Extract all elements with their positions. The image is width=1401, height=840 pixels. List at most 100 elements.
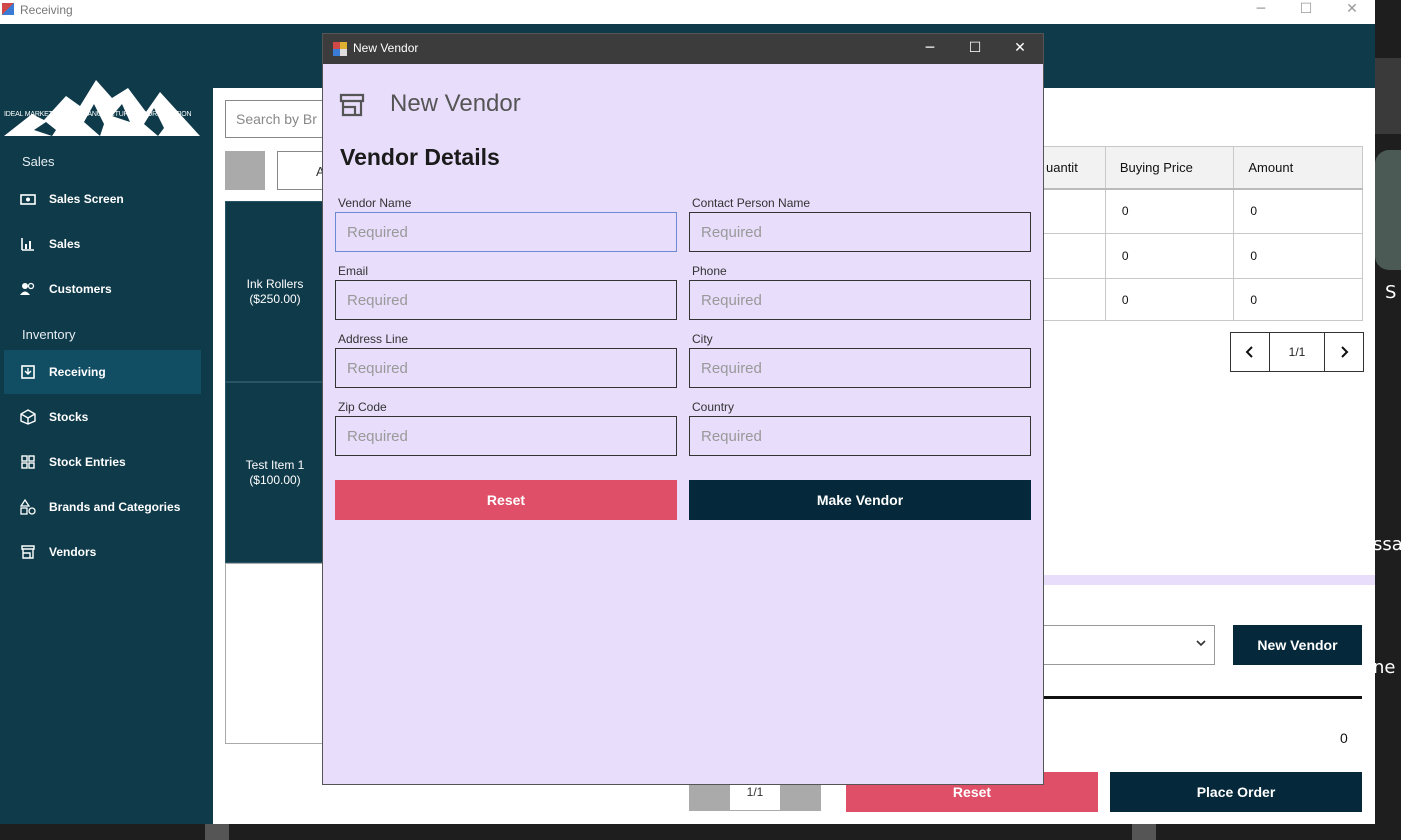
item-card[interactable]: Ink Rollers ($250.00): [225, 201, 325, 382]
grid-icon: [20, 454, 36, 470]
minimize-button[interactable]: ─: [1238, 0, 1284, 20]
table-cell: 0: [1233, 233, 1363, 279]
email-field[interactable]: Required: [335, 280, 677, 320]
sidebar-item-vendors[interactable]: Vendors: [4, 530, 201, 574]
sidebar-item-sales-screen[interactable]: Sales Screen: [4, 177, 201, 221]
total-divider: [1043, 696, 1362, 699]
sidebar-item-receiving[interactable]: Receiving: [4, 350, 201, 394]
contact-person-label: Contact Person Name: [692, 196, 811, 210]
app-icon: [333, 42, 347, 56]
sidebar-item-label: Vendors: [49, 545, 97, 559]
sidebar-item-sales[interactable]: Sales: [4, 222, 201, 266]
sidebar-item-customers[interactable]: Customers: [4, 267, 201, 311]
reset-button[interactable]: Reset: [335, 480, 677, 520]
chevron-down-icon: [1196, 640, 1206, 647]
app-title: Receiving: [20, 3, 73, 17]
table-cell[interactable]: 0: [1104, 278, 1235, 321]
sidebar-item-stock-entries[interactable]: Stock Entries: [4, 440, 201, 484]
dialog-maximize-button[interactable]: ☐: [952, 34, 998, 64]
item-card[interactable]: Test Item 1 ($100.00): [225, 382, 325, 563]
vendor-select[interactable]: [1043, 625, 1215, 665]
taskbar-fragment: [1132, 824, 1156, 840]
dialog-title: New Vendor: [353, 41, 419, 55]
section-title: Vendor Details: [340, 144, 500, 170]
total-value: 0: [1340, 730, 1348, 746]
dialog-titlebar: New Vendor ─ ☐ ✕: [323, 34, 1043, 64]
store-icon: [339, 93, 365, 117]
order-table: uantit Buying Price Amount 0 0 0 0 0 0: [1043, 146, 1363, 321]
item-price: ($100.00): [249, 472, 301, 487]
sidebar-item-label: Sales: [49, 237, 81, 251]
prev-page-button[interactable]: [1230, 332, 1270, 372]
app-titlebar: Receiving ─ ☐ ✕: [0, 0, 1375, 24]
dialog-close-button[interactable]: ✕: [997, 34, 1043, 64]
address-label: Address Line: [338, 332, 409, 346]
maximize-button[interactable]: ☐: [1283, 0, 1329, 20]
desktop-text: S: [1385, 282, 1397, 303]
logo-text: IDEAL MARKETING AND MANUFACTURING CORPOR…: [4, 111, 192, 118]
table-cell[interactable]: [1043, 188, 1106, 234]
table-row[interactable]: 0 0: [1043, 278, 1363, 321]
sidebar-item-label: Stock Entries: [49, 455, 126, 469]
phone-field[interactable]: Required: [689, 280, 1031, 320]
table-cell: 0: [1233, 188, 1363, 234]
chart-icon: [20, 236, 36, 252]
chevron-right-icon: [1341, 346, 1349, 358]
item-name: Test Item 1: [245, 457, 305, 472]
store-icon: [20, 544, 36, 560]
taskbar-fragment: [205, 824, 229, 840]
sidebar-item-label: Stocks: [49, 410, 89, 424]
order-pager: 1/1: [1230, 332, 1364, 372]
table-cell[interactable]: 0: [1104, 233, 1235, 279]
desktop-text: ssa: [1373, 534, 1401, 555]
sidebar-item-label: Sales Screen: [49, 192, 124, 206]
desktop-image-fragment: [1375, 150, 1401, 270]
company-logo: [4, 80, 200, 136]
sidebar-item-brands-and-categories[interactable]: Brands and Categories: [4, 485, 201, 529]
cash-register-icon: [20, 191, 36, 207]
sales-section-label: Sales: [22, 154, 55, 169]
next-page-button[interactable]: [1324, 332, 1364, 372]
search-input[interactable]: Search by Br: [225, 100, 335, 138]
zip-code-label: Zip Code: [338, 400, 387, 414]
filter-color-swatch[interactable]: [225, 151, 265, 190]
sidebar: IDEAL MARKETING AND MANUFACTURING CORPOR…: [0, 24, 213, 824]
vendor-name-field[interactable]: Required: [335, 212, 677, 252]
table-row[interactable]: 0 0: [1043, 188, 1363, 234]
table-header-row: uantit Buying Price Amount: [1043, 146, 1363, 190]
place-order-button[interactable]: Place Order: [1110, 772, 1362, 812]
contact-person-field[interactable]: Required: [689, 212, 1031, 252]
sidebar-item-label: Receiving: [49, 365, 106, 379]
item-price: ($250.00): [249, 291, 301, 306]
sidebar-item-stocks[interactable]: Stocks: [4, 395, 201, 439]
people-icon: [20, 281, 36, 297]
table-cell[interactable]: [1043, 278, 1106, 321]
city-field[interactable]: Required: [689, 348, 1031, 388]
chevron-left-icon: [1245, 346, 1253, 358]
page-number: 1/1: [1270, 332, 1324, 372]
zip-code-field[interactable]: Required: [335, 416, 677, 456]
country-field[interactable]: Required: [689, 416, 1031, 456]
address-field[interactable]: Required: [335, 348, 677, 388]
table-cell[interactable]: 0: [1104, 188, 1235, 234]
sidebar-item-label: Customers: [49, 282, 112, 296]
column-header-buying-price: Buying Price: [1104, 146, 1235, 190]
table-cell[interactable]: [1043, 233, 1106, 279]
new-vendor-dialog: New Vendor ─ ☐ ✕ New Vendor Vendor Detai…: [322, 33, 1044, 785]
column-header-amount: Amount: [1233, 146, 1363, 190]
shapes-icon: [20, 499, 36, 515]
dialog-header-title: New Vendor: [390, 90, 521, 117]
item-name: Ink Rollers: [246, 276, 304, 291]
email-label: Email: [338, 264, 369, 278]
receiving-box-icon: [20, 364, 36, 380]
vendor-name-label: Vendor Name: [338, 196, 412, 210]
item-card-empty: [225, 563, 325, 744]
column-header-quantity: uantit: [1043, 146, 1106, 190]
close-button[interactable]: ✕: [1329, 0, 1375, 20]
table-row[interactable]: 0 0: [1043, 233, 1363, 279]
desktop-text: ne: [1373, 657, 1396, 678]
new-vendor-button[interactable]: New Vendor: [1233, 625, 1362, 665]
make-vendor-button[interactable]: Make Vendor: [689, 480, 1031, 520]
dialog-minimize-button[interactable]: ─: [907, 34, 953, 64]
section-divider: [1043, 575, 1375, 585]
